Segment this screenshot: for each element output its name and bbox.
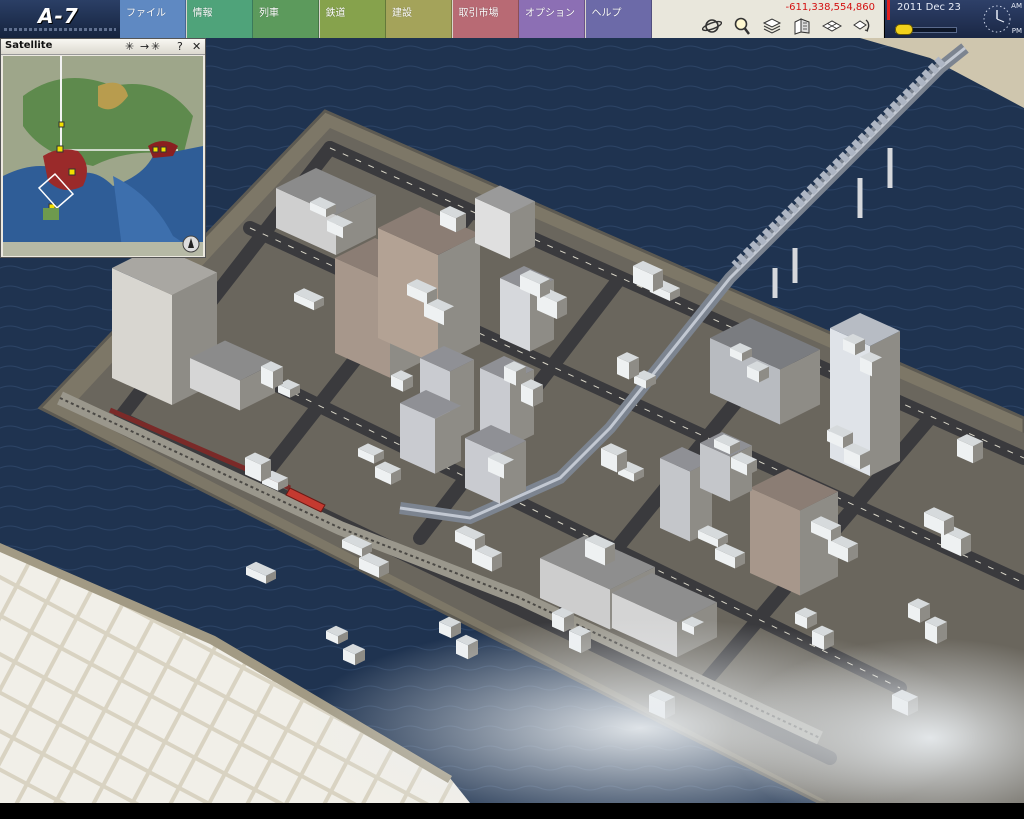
alert-marker bbox=[887, 0, 890, 20]
game-speed-knob[interactable] bbox=[895, 24, 913, 35]
house bbox=[521, 379, 543, 407]
grid-view-icon[interactable] bbox=[822, 16, 842, 36]
building-view-icon[interactable] bbox=[792, 16, 812, 36]
magnifier-icon[interactable] bbox=[732, 16, 752, 36]
bottom-bar bbox=[0, 803, 1024, 819]
zoom-in-button[interactable]: ✳ bbox=[151, 39, 160, 54]
current-date: 2011 Dec 23 bbox=[897, 2, 961, 13]
menu-item-4[interactable]: 建設 bbox=[386, 0, 452, 38]
arrow-button[interactable]: → bbox=[140, 39, 149, 54]
menu-item-5[interactable]: 取引市場 bbox=[452, 0, 519, 38]
house bbox=[617, 352, 639, 380]
satellite-window[interactable]: Satellite ✳ → ✳ ? ✕ bbox=[0, 38, 206, 258]
menu-item-7[interactable]: ヘルプ bbox=[585, 0, 652, 38]
rotate-view-icon[interactable] bbox=[850, 16, 870, 36]
help-button[interactable]: ? bbox=[177, 39, 183, 54]
pm-label: PM bbox=[1011, 27, 1022, 35]
menu-item-1[interactable]: 情報 bbox=[186, 0, 253, 38]
close-button[interactable]: ✕ bbox=[192, 39, 201, 54]
satellite-minimap[interactable] bbox=[3, 56, 203, 256]
satellite-title: Satellite bbox=[5, 40, 53, 51]
menu-item-3[interactable]: 鉄道 bbox=[319, 0, 386, 38]
logo-text: A-7 bbox=[38, 4, 79, 28]
satellite-title-bar[interactable]: Satellite ✳ → ✳ ? ✕ bbox=[1, 39, 205, 55]
top-menu-bar: A-7 ファイル 情報 列車 鉄道 建設 取引市場 オプション ヘルプ -611,338,55… bbox=[0, 0, 1024, 39]
logo-subtitle-strip bbox=[4, 28, 116, 31]
office-building bbox=[400, 390, 461, 474]
am-label: AM bbox=[1011, 2, 1022, 10]
toolbar: -611,338,554,860 bbox=[652, 0, 883, 38]
game-logo: A-7 bbox=[0, 0, 120, 38]
zoom-out-button[interactable]: ✳ bbox=[125, 39, 134, 54]
house bbox=[261, 361, 283, 389]
money-display: -611,338,554,860 bbox=[785, 2, 876, 13]
planet-view-icon[interactable] bbox=[702, 16, 722, 36]
menu-item-6[interactable]: オプション bbox=[519, 0, 585, 38]
layers-icon[interactable] bbox=[762, 16, 782, 36]
menu-item-2[interactable]: 列車 bbox=[253, 0, 319, 38]
clock-icon bbox=[983, 5, 1011, 33]
date-panel: 2011 Dec 23 AM PM bbox=[884, 0, 1024, 38]
menu-item-0[interactable]: ファイル bbox=[120, 0, 186, 38]
